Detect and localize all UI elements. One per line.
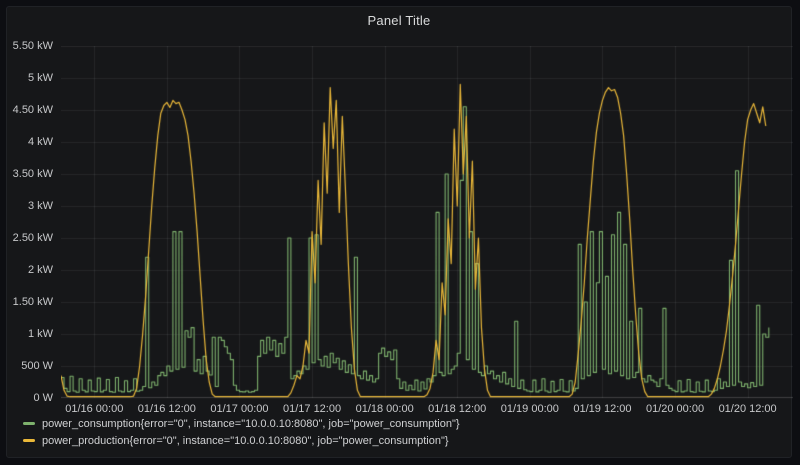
y-axis-label: 4 kW bbox=[7, 135, 53, 149]
legend-color-icon bbox=[23, 439, 35, 442]
x-axis-label: 01/19 00:00 bbox=[490, 402, 570, 416]
panel-title[interactable]: Panel Title bbox=[368, 13, 431, 28]
y-axis-label: 1.50 kW bbox=[7, 295, 53, 309]
panel-header: Panel Title bbox=[7, 7, 791, 33]
y-axis-label: 5.50 kW bbox=[7, 39, 53, 53]
x-axis-label: 01/16 12:00 bbox=[127, 402, 207, 416]
y-axis-label: 5 kW bbox=[7, 71, 53, 85]
x-axis-label: 01/18 12:00 bbox=[417, 402, 497, 416]
legend-color-icon bbox=[23, 422, 35, 425]
y-axis-label: 4.50 kW bbox=[7, 103, 53, 117]
graph-panel: Panel Title 0 W 500 W 1 kW 1.50 kW 2 kW 2.50 … bbox=[6, 6, 792, 458]
x-axis-label: 01/20 00:00 bbox=[635, 402, 715, 416]
x-axis-label: 01/17 12:00 bbox=[272, 402, 352, 416]
dashboard-background: Panel Title 0 W 500 W 1 kW 1.50 kW 2 kW 2.50 … bbox=[0, 0, 800, 465]
y-axis-label: 3.50 kW bbox=[7, 167, 53, 181]
legend: power_consumption{error="0", instance="1… bbox=[23, 416, 460, 448]
legend-item-power_consumption[interactable]: power_consumption{error="0", instance="1… bbox=[23, 416, 460, 431]
x-axis-label: 01/16 00:00 bbox=[54, 402, 134, 416]
legend-label: power_consumption{error="0", instance="1… bbox=[42, 418, 460, 430]
chart-canvas[interactable] bbox=[61, 46, 793, 399]
y-axis-label: 2.50 kW bbox=[7, 231, 53, 245]
legend-label: power_production{error="0", instance="10… bbox=[42, 435, 449, 447]
legend-item-power_production[interactable]: power_production{error="0", instance="10… bbox=[23, 433, 460, 448]
y-axis-label: 2 kW bbox=[7, 263, 53, 277]
y-axis-label: 3 kW bbox=[7, 199, 53, 213]
y-axis-label: 500 W bbox=[7, 359, 53, 373]
x-axis-label: 01/20 12:00 bbox=[708, 402, 788, 416]
y-axis-label: 0 W bbox=[7, 391, 53, 405]
x-axis-label: 01/19 12:00 bbox=[562, 402, 642, 416]
x-axis-label: 01/17 00:00 bbox=[199, 402, 279, 416]
y-axis-label: 1 kW bbox=[7, 327, 53, 341]
x-axis-label: 01/18 00:00 bbox=[345, 402, 425, 416]
